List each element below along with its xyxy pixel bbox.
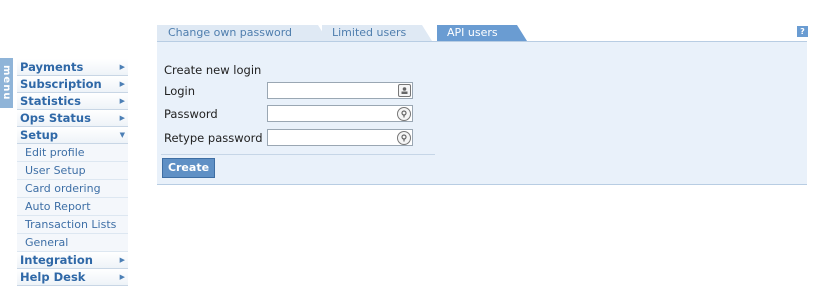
chevron-right-icon: ▶ bbox=[119, 114, 125, 122]
sidebar-item-label: Help Desk bbox=[20, 270, 86, 284]
sidebar: Payments ▶ Subscription ▶ Statistics ▶ O… bbox=[0, 59, 128, 286]
create-login-panel: Create new login Login Password Retype p… bbox=[157, 41, 807, 185]
chevron-right-icon: ▶ bbox=[119, 80, 125, 88]
sidebar-item-label: Payments bbox=[20, 60, 84, 74]
help-icon[interactable]: ? bbox=[797, 26, 808, 37]
tab-api-users[interactable]: API users bbox=[437, 25, 527, 41]
retype-password-label: Retype password bbox=[164, 131, 263, 145]
tab-bar: Change own password Limited users API us… bbox=[157, 25, 808, 41]
chevron-right-icon: ▶ bbox=[119, 97, 125, 105]
chevron-right-icon: ▶ bbox=[119, 63, 125, 71]
sidebar-item-label: Ops Status bbox=[20, 111, 91, 125]
login-input[interactable] bbox=[267, 82, 413, 99]
password-label: Password bbox=[164, 107, 218, 121]
form-title: Create new login bbox=[164, 63, 262, 77]
tab-change-own-password[interactable]: Change own password bbox=[157, 25, 328, 41]
create-button[interactable]: Create bbox=[162, 158, 215, 178]
sidebar-subitem-card-ordering[interactable]: Card ordering bbox=[17, 180, 128, 198]
retype-password-input[interactable] bbox=[267, 129, 413, 146]
sidebar-item-setup[interactable]: Setup ▼ bbox=[17, 127, 128, 144]
chevron-down-icon: ▼ bbox=[119, 131, 125, 139]
password-input[interactable] bbox=[267, 105, 413, 122]
login-label: Login bbox=[164, 84, 196, 98]
sidebar-item-label: Integration bbox=[20, 253, 93, 267]
tab-limited-users[interactable]: Limited users bbox=[322, 25, 432, 41]
sidebar-subitem-user-setup[interactable]: User Setup bbox=[17, 162, 128, 180]
chevron-right-icon: ▶ bbox=[119, 256, 125, 264]
sidebar-item-integration[interactable]: Integration ▶ bbox=[17, 252, 128, 269]
form-divider bbox=[161, 154, 435, 155]
sidebar-subitem-edit-profile[interactable]: Edit profile bbox=[17, 144, 128, 162]
sidebar-item-subscription[interactable]: Subscription ▶ bbox=[17, 76, 128, 93]
chevron-right-icon: ▶ bbox=[119, 273, 125, 281]
sidebar-item-label: Subscription bbox=[20, 77, 102, 91]
sidebar-item-help-desk[interactable]: Help Desk ▶ bbox=[17, 269, 128, 286]
sidebar-item-ops-status[interactable]: Ops Status ▶ bbox=[17, 110, 128, 127]
sidebar-subitem-auto-report[interactable]: Auto Report bbox=[17, 198, 128, 216]
sidebar-subitem-transaction-lists[interactable]: Transaction Lists bbox=[17, 216, 128, 234]
sidebar-subitem-general[interactable]: General bbox=[17, 234, 128, 252]
sidebar-item-payments[interactable]: Payments ▶ bbox=[17, 59, 128, 76]
sidebar-item-label: Statistics bbox=[20, 94, 81, 108]
sidebar-item-statistics[interactable]: Statistics ▶ bbox=[17, 93, 128, 110]
sidebar-item-label: Setup bbox=[20, 128, 58, 142]
